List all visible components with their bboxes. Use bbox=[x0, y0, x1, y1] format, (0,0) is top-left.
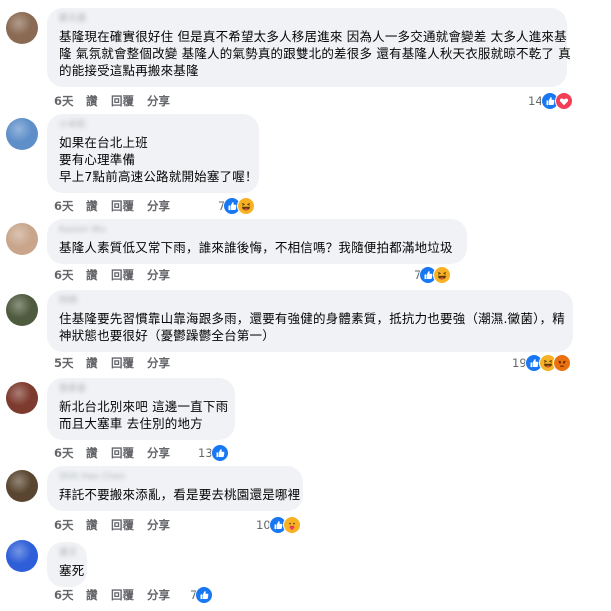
like-action[interactable]: 讚 bbox=[86, 355, 98, 371]
reaction-summary[interactable]: 19 bbox=[512, 354, 571, 372]
comment-text-line: 早上7點前高速公路就開始塞了喔！ bbox=[59, 169, 258, 184]
reaction-summary[interactable]: 7 bbox=[190, 586, 214, 604]
comment-bubble: Shih Hao Chen 拜託不要搬來添亂，看是要去桃園還是哪裡 bbox=[47, 466, 303, 511]
comment-time[interactable]: 6天 bbox=[54, 93, 74, 109]
comment-time[interactable]: 6天 bbox=[54, 517, 74, 533]
comment: 鄭天康 基隆現在確實很好住 但是真不希望太多人移居進來 因為人一多交通就會變差 … bbox=[0, 0, 611, 110]
comment-text-line: 塞死 bbox=[59, 563, 85, 578]
share-action[interactable]: 分享 bbox=[147, 517, 170, 533]
comment-author[interactable]: 鄭天康 bbox=[59, 14, 555, 24]
like-reaction-icon bbox=[210, 444, 229, 462]
like-action[interactable]: 讚 bbox=[86, 93, 98, 109]
reply-action[interactable]: 回覆 bbox=[111, 93, 134, 109]
comment-author[interactable]: 小米粒 bbox=[59, 120, 247, 130]
reply-action[interactable]: 回覆 bbox=[111, 355, 134, 371]
comment-text-line: 如果在台北上班 bbox=[59, 135, 148, 150]
reply-action[interactable]: 回覆 bbox=[111, 445, 134, 461]
like-reaction-icon bbox=[195, 586, 214, 604]
comment-bubble: 小米粒 如果在台北上班 要有心理準備 早上7點前高速公路就開始塞了喔！ bbox=[47, 114, 259, 193]
avatar[interactable] bbox=[6, 294, 38, 326]
comment-bubble: 鄭天康 基隆現在確實很好住 但是真不希望太多人移居進來 因為人一多交通就會變差 … bbox=[47, 8, 571, 87]
like-action[interactable]: 讚 bbox=[86, 517, 98, 533]
comment-text-line: 基隆現在確實很好住 但是真不希望太多人移居進來 因為人一多交通就會變差 太多人進… bbox=[59, 29, 567, 44]
reaction-summary[interactable]: 14 bbox=[528, 92, 573, 110]
comment-text-line: 新北台北別來吧 這邊一直下雨 bbox=[59, 399, 229, 414]
reaction-summary[interactable]: 13 bbox=[198, 444, 229, 462]
comment-text-line: 拜託不要搬來添亂，看是要去桃園還是哪裡 bbox=[59, 487, 301, 502]
haha-reaction-icon bbox=[433, 266, 452, 284]
share-action[interactable]: 分享 bbox=[147, 445, 170, 461]
love-reaction-icon bbox=[554, 92, 573, 110]
share-action[interactable]: 分享 bbox=[147, 355, 170, 371]
comment-author[interactable]: 蕭文 bbox=[59, 548, 77, 558]
avatar[interactable] bbox=[6, 540, 38, 572]
like-action[interactable]: 讚 bbox=[86, 587, 98, 603]
comment-time[interactable]: 6天 bbox=[54, 587, 74, 603]
comment-author[interactable]: 阿明 bbox=[59, 296, 561, 306]
comment-author[interactable]: 張家豪 bbox=[59, 384, 223, 394]
comment-time[interactable]: 5天 bbox=[54, 355, 74, 371]
comment: 小米粒 如果在台北上班 要有心理準備 早上7點前高速公路就開始塞了喔！ 6天 讚… bbox=[0, 110, 611, 215]
comment-author[interactable]: Shih Hao Chen bbox=[59, 472, 291, 482]
comment-text-line: 基隆人素質低又常下雨，誰來誰後悔，不相信嗎？我隨便拍都滿地垃圾 bbox=[59, 240, 453, 255]
share-action[interactable]: 分享 bbox=[147, 587, 170, 603]
comment-time[interactable]: 6天 bbox=[54, 267, 74, 283]
comment-text-line: 的能接受這點再搬來基隆 bbox=[59, 63, 199, 78]
reply-action[interactable]: 回覆 bbox=[111, 517, 134, 533]
comment-bubble: 張家豪 新北台北別來吧 這邊一直下雨 而且大塞車 去住別的地方 bbox=[47, 378, 235, 440]
comment-time[interactable]: 6天 bbox=[54, 198, 74, 214]
care-reaction-icon bbox=[282, 516, 301, 534]
comment: 蕭文 塞死 6天 讚 回覆 分享 7 bbox=[0, 536, 611, 611]
avatar[interactable] bbox=[6, 118, 38, 150]
comment-text-line: 神狀態也要很好（憂鬱躁鬱全台第一） bbox=[59, 328, 275, 343]
like-action[interactable]: 讚 bbox=[86, 267, 98, 283]
avatar[interactable] bbox=[6, 223, 38, 255]
comment-text-line: 隆 氣氛就會整個改變 基隆人的氣勢真的跟雙北的差很多 還有基隆人秋天衣服就晾不乾… bbox=[59, 46, 571, 61]
like-action[interactable]: 讚 bbox=[86, 445, 98, 461]
comment-bubble: 蕭文 塞死 bbox=[47, 542, 87, 587]
reply-action[interactable]: 回覆 bbox=[111, 587, 134, 603]
share-action[interactable]: 分享 bbox=[147, 93, 170, 109]
comment-text-line: 而且大塞車 去住別的地方 bbox=[59, 416, 203, 431]
reaction-summary[interactable]: 10 bbox=[256, 516, 301, 534]
comment-time[interactable]: 6天 bbox=[54, 445, 74, 461]
comment-text-line: 住基隆要先習慣靠山靠海跟多雨，還要有強健的身體素質，抵抗力也要強（潮濕.黴菌），… bbox=[59, 311, 565, 326]
comment: 張家豪 新北台北別來吧 這邊一直下雨 而且大塞車 去住別的地方 6天 讚 回覆 … bbox=[0, 378, 611, 470]
comment: Kasion Wu 基隆人素質低又常下雨，誰來誰後悔，不相信嗎？我隨便拍都滿地垃… bbox=[0, 215, 611, 290]
comment-text-line: 要有心理準備 bbox=[59, 152, 136, 167]
comment-bubble: 阿明 住基隆要先習慣靠山靠海跟多雨，還要有強健的身體素質，抵抗力也要強（潮濕.黴… bbox=[47, 290, 573, 352]
comment-bubble: Kasion Wu 基隆人素質低又常下雨，誰來誰後悔，不相信嗎？我隨便拍都滿地垃… bbox=[47, 219, 467, 264]
haha-reaction-icon bbox=[237, 197, 256, 215]
avatar[interactable] bbox=[6, 382, 38, 414]
reply-action[interactable]: 回覆 bbox=[111, 267, 134, 283]
like-action[interactable]: 讚 bbox=[86, 198, 98, 214]
reaction-summary[interactable]: 7 bbox=[414, 266, 452, 284]
share-action[interactable]: 分享 bbox=[147, 267, 170, 283]
share-action[interactable]: 分享 bbox=[147, 198, 170, 214]
reaction-summary[interactable]: 7 bbox=[218, 197, 256, 215]
comment: Shih Hao Chen 拜託不要搬來添亂，看是要去桃園還是哪裡 6天 讚 回… bbox=[0, 466, 611, 536]
avatar[interactable] bbox=[6, 470, 38, 502]
angry-reaction-icon bbox=[552, 354, 571, 372]
comment-author[interactable]: Kasion Wu bbox=[59, 225, 455, 235]
comment: 阿明 住基隆要先習慣靠山靠海跟多雨，還要有強健的身體素質，抵抗力也要強（潮濕.黴… bbox=[0, 290, 611, 378]
avatar[interactable] bbox=[6, 12, 38, 44]
reply-action[interactable]: 回覆 bbox=[111, 198, 134, 214]
